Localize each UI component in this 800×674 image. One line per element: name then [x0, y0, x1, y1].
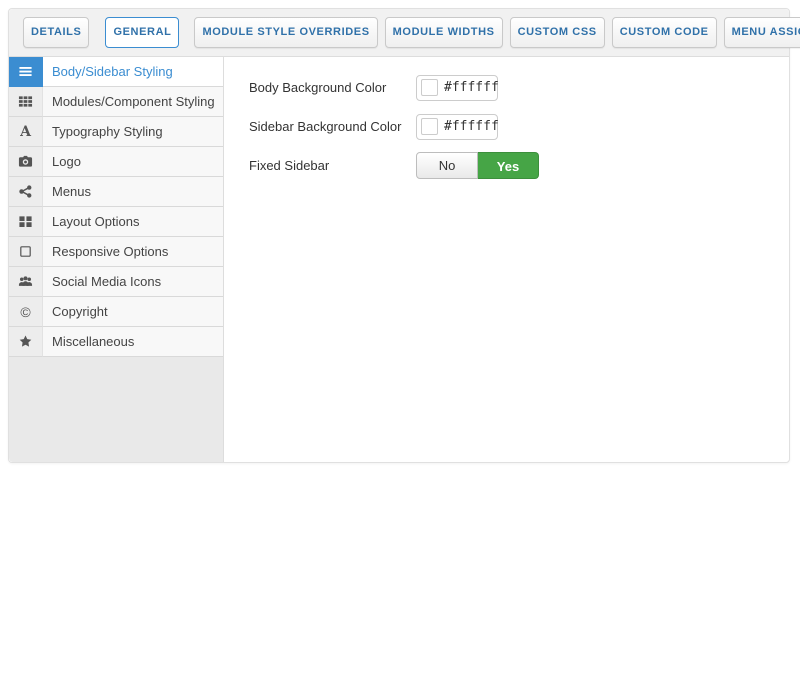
- field-label: Body Background Color: [249, 80, 416, 95]
- menu-bars-icon: [9, 57, 43, 87]
- color-swatch[interactable]: [421, 79, 438, 96]
- panel-body: Body/Sidebar Styling Modules/Component S…: [9, 57, 789, 462]
- share-nodes-icon: [9, 177, 43, 207]
- tab-custom-css[interactable]: CUSTOM CSS: [510, 17, 605, 48]
- tab-custom-code[interactable]: CUSTOM CODE: [612, 17, 717, 48]
- sidebar-item-label: Layout Options: [43, 207, 223, 237]
- sidebar-item-label: Logo: [43, 147, 223, 177]
- font-icon: A: [9, 117, 43, 147]
- users-icon: [9, 267, 43, 297]
- sidebar-item-label: Social Media Icons: [43, 267, 223, 297]
- field-label: Sidebar Background Color: [249, 119, 416, 134]
- field-row-body-background-color: Body Background Color: [249, 74, 769, 101]
- settings-content: Body Background Color Sidebar Background…: [224, 57, 789, 462]
- camera-icon: [9, 147, 43, 177]
- settings-panel: DETAILS GENERAL MODULE STYLE OVERRIDES M…: [8, 8, 790, 463]
- tab-details[interactable]: DETAILS: [23, 17, 89, 48]
- sidebar-item-miscellaneous[interactable]: Miscellaneous: [9, 327, 223, 357]
- sidebar-item-label: Menus: [43, 177, 223, 207]
- sidebar-item-logo[interactable]: Logo: [9, 147, 223, 177]
- sidebar-item-social-media-icons[interactable]: Social Media Icons: [9, 267, 223, 297]
- tab-bar: DETAILS GENERAL MODULE STYLE OVERRIDES M…: [9, 9, 789, 57]
- tab-menu-assignment[interactable]: MENU ASSIGNMENT: [724, 17, 800, 48]
- sidebar-item-menus[interactable]: Menus: [9, 177, 223, 207]
- sidebar-item-label: Body/Sidebar Styling: [43, 57, 223, 87]
- fixed-sidebar-yes-button[interactable]: Yes: [478, 152, 539, 179]
- field-label: Fixed Sidebar: [249, 158, 416, 173]
- body-background-color-input: [416, 75, 498, 101]
- sidebar-item-typography-styling[interactable]: A Typography Styling: [9, 117, 223, 147]
- fixed-sidebar-toggle: No Yes: [416, 152, 539, 179]
- sidebar-item-label: Modules/Component Styling: [43, 87, 223, 117]
- sidebar-item-label: Miscellaneous: [43, 327, 223, 357]
- body-background-color-value[interactable]: [444, 80, 498, 95]
- square-outline-icon: [9, 237, 43, 267]
- field-row-sidebar-background-color: Sidebar Background Color: [249, 113, 769, 140]
- copyright-icon: ©: [9, 297, 43, 327]
- color-swatch[interactable]: [421, 118, 438, 135]
- tab-general[interactable]: GENERAL: [105, 17, 179, 48]
- sidebar-item-label: Typography Styling: [43, 117, 223, 147]
- field-row-fixed-sidebar: Fixed Sidebar No Yes: [249, 152, 769, 179]
- sidebar-item-label: Responsive Options: [43, 237, 223, 267]
- sidebar-item-modules-component-styling[interactable]: Modules/Component Styling: [9, 87, 223, 117]
- star-icon: [9, 327, 43, 357]
- tab-module-widths[interactable]: MODULE WIDTHS: [385, 17, 503, 48]
- grid-large-icon: [9, 207, 43, 237]
- sidebar-item-copyright[interactable]: © Copyright: [9, 297, 223, 327]
- tab-module-style-overrides[interactable]: MODULE STYLE OVERRIDES: [194, 17, 377, 48]
- sidebar-background-color-value[interactable]: [444, 119, 498, 134]
- sidebar-item-layout-options[interactable]: Layout Options: [9, 207, 223, 237]
- grid-icon: [9, 87, 43, 117]
- sidebar-item-body-sidebar-styling[interactable]: Body/Sidebar Styling: [9, 57, 223, 87]
- sidebar-item-label: Copyright: [43, 297, 223, 327]
- fixed-sidebar-no-button[interactable]: No: [416, 152, 478, 179]
- sidebar-item-responsive-options[interactable]: Responsive Options: [9, 237, 223, 267]
- sidebar-background-color-input: [416, 114, 498, 140]
- settings-sidebar: Body/Sidebar Styling Modules/Component S…: [9, 57, 224, 462]
